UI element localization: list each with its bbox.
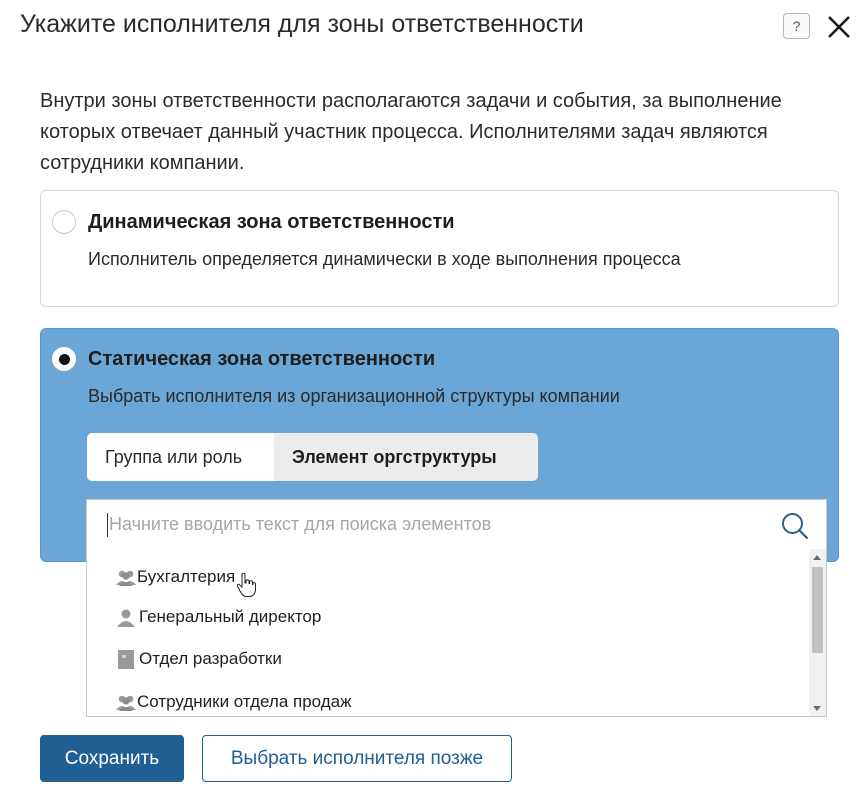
department-icon	[118, 650, 134, 669]
radio-selected-dot	[59, 354, 70, 365]
static-zone-title: Статическая зона ответственности	[88, 348, 436, 370]
scrollbar-thumb[interactable]	[812, 567, 823, 653]
user-icon	[117, 609, 135, 627]
dynamic-zone-title: Динамическая зона ответственности	[88, 211, 455, 233]
org-element-dropdown: Бухгалтерия Генеральный директор Отдел р…	[86, 549, 827, 717]
tab-group-or-role[interactable]: Группа или роль	[87, 433, 274, 481]
list-item[interactable]: Генеральный директор	[87, 597, 807, 637]
static-zone-subtitle: Выбрать исполнителя из организационной с…	[88, 386, 620, 406]
dialog-description: Внутри зоны ответственности располагаютс…	[40, 90, 782, 174]
search-input[interactable]	[109, 500, 749, 549]
tab-org-element[interactable]: Элемент оргструктуры	[274, 433, 538, 481]
save-button[interactable]: Сохранить	[40, 735, 184, 782]
choose-later-button[interactable]: Выбрать исполнителя позже	[202, 735, 512, 782]
list-item-label: Бухгалтерия	[137, 567, 236, 586]
dynamic-zone-option[interactable]: Динамическая зона ответственности Исполн…	[40, 190, 839, 307]
scroll-up-arrow-icon[interactable]	[813, 555, 821, 560]
group-icon	[116, 695, 136, 711]
list-item[interactable]: Отдел разработки	[87, 639, 807, 679]
help-icon: ?	[792, 18, 801, 34]
dynamic-zone-subtitle: Исполнитель определяется динамически в х…	[88, 249, 681, 269]
group-icon	[116, 570, 136, 586]
scroll-down-arrow-icon[interactable]	[813, 706, 821, 711]
text-caret	[107, 513, 108, 537]
search-box	[86, 499, 827, 550]
dropdown-scrollbar[interactable]	[809, 549, 826, 716]
help-button[interactable]: ?	[783, 13, 810, 39]
executor-type-tabs: Группа или роль Элемент оргструктуры	[87, 433, 538, 481]
list-item-label: Генеральный директор	[139, 607, 322, 626]
dynamic-zone-radio[interactable]	[52, 210, 76, 234]
static-zone-radio[interactable]	[52, 347, 76, 371]
list-item-label: Отдел разработки	[139, 649, 282, 668]
list-item[interactable]: Сотрудники отдела продаж	[87, 682, 807, 716]
search-icon[interactable]	[780, 511, 810, 541]
close-icon[interactable]	[824, 12, 854, 42]
dialog-title: Укажите исполнителя для зоны ответственн…	[20, 10, 584, 38]
list-item[interactable]: Бухгалтерия	[87, 557, 807, 597]
list-item-label: Сотрудники отдела продаж	[137, 692, 352, 711]
hand-cursor-icon	[236, 572, 256, 597]
